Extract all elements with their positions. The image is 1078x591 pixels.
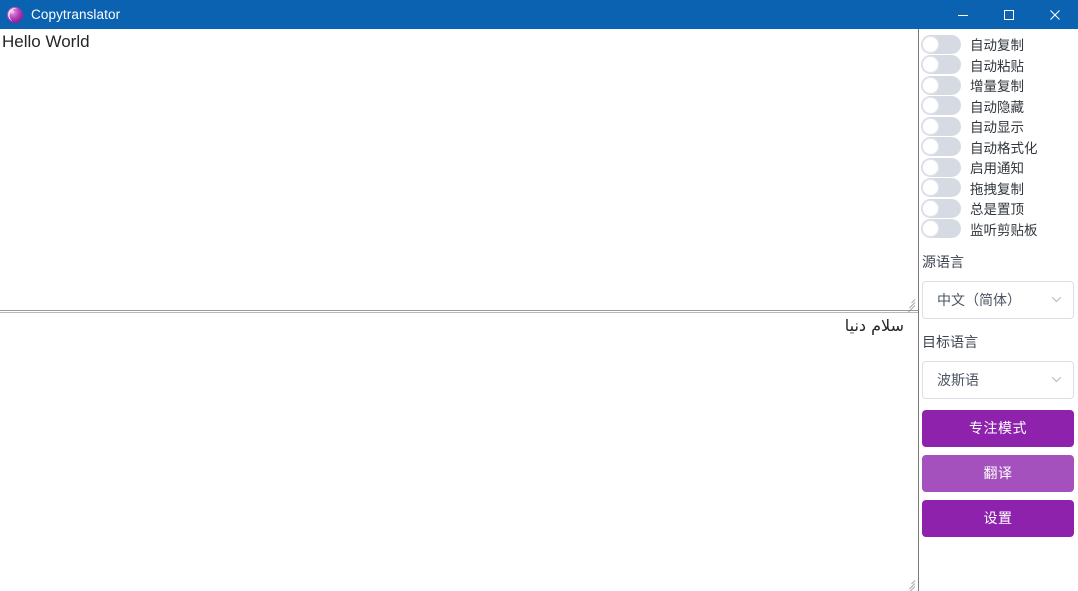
switch-toggle[interactable] [921, 34, 961, 54]
switch-knob [922, 220, 939, 237]
switch-label: 启用通知 [970, 161, 1024, 176]
sidebar: 自动复制 自动粘贴 增量复制 自动隐藏 自动显示 自动格式化 启用通知 拖拽复制… [918, 29, 1078, 591]
source-resize-grip[interactable] [903, 295, 916, 314]
translate-button[interactable]: 翻译 [922, 454, 1074, 492]
switch-knob [922, 158, 939, 176]
source-language-select[interactable]: 中文（简体） [922, 280, 1074, 319]
result-text[interactable]: سلام دنیا [2, 315, 904, 336]
minimize-icon [957, 9, 969, 21]
source-language-value: 中文（简体） [937, 291, 1021, 308]
switch-knob [922, 199, 939, 217]
close-icon [1049, 9, 1061, 21]
switch-knob [922, 56, 939, 73]
switch-toggle[interactable] [921, 96, 961, 115]
switch-knob [922, 76, 939, 94]
app-logo-icon [6, 6, 24, 24]
chevron-down-icon [1045, 373, 1067, 386]
result-textarea[interactable]: سلام دنیا [0, 312, 918, 591]
target-language-label: 目标语言 [922, 333, 978, 350]
action-button-stack: 专注模式 翻译 设置 [919, 409, 1078, 537]
switch-row-incremental-copy[interactable]: 增量复制 [919, 75, 1078, 95]
switch-row-auto-copy[interactable]: 自动复制 [919, 34, 1078, 54]
source-text[interactable]: Hello World [2, 31, 904, 53]
settings-button[interactable]: 设置 [922, 499, 1074, 537]
switch-label: 自动复制 [970, 38, 1024, 53]
switch-knob [922, 138, 939, 155]
switch-knob [922, 179, 939, 196]
switch-toggle[interactable] [921, 157, 961, 177]
maximize-icon [1003, 9, 1015, 21]
focus-mode-button[interactable]: 专注模式 [922, 409, 1074, 447]
switch-label: 自动隐藏 [970, 99, 1024, 115]
chevron-down-icon [1045, 293, 1067, 306]
switch-list: 自动复制 自动粘贴 增量复制 自动隐藏 自动显示 自动格式化 启用通知 拖拽复制… [919, 29, 1078, 239]
switch-toggle[interactable] [921, 219, 961, 238]
application-window: Copytranslator Hello World سلام دنیا 自动复… [0, 0, 1078, 591]
switch-row-auto-show[interactable]: 自动显示 [919, 116, 1078, 136]
switch-label: 自动显示 [970, 120, 1024, 135]
switch-knob [922, 117, 939, 135]
switch-knob [922, 97, 939, 114]
switch-label: 自动格式化 [970, 140, 1038, 156]
result-resize-grip[interactable] [903, 576, 916, 591]
maximize-button[interactable] [986, 0, 1032, 29]
switch-toggle[interactable] [921, 198, 961, 218]
target-language-select[interactable]: 波斯语 [922, 360, 1074, 399]
switch-toggle[interactable] [921, 75, 961, 95]
source-language-label: 源语言 [922, 253, 964, 270]
switch-toggle[interactable] [921, 55, 961, 74]
switch-label: 拖拽复制 [970, 181, 1024, 197]
switch-knob [922, 35, 939, 53]
switch-toggle[interactable] [921, 116, 961, 136]
switch-row-drag-copy[interactable]: 拖拽复制 [919, 178, 1078, 198]
switch-row-auto-hide[interactable]: 自动隐藏 [919, 96, 1078, 116]
minimize-button[interactable] [940, 0, 986, 29]
switch-row-auto-paste[interactable]: 自动粘贴 [919, 55, 1078, 75]
close-button[interactable] [1032, 0, 1078, 29]
switch-toggle[interactable] [921, 178, 961, 197]
editor-pane: Hello World سلام دنیا [0, 29, 918, 591]
switch-row-auto-format[interactable]: 自动格式化 [919, 137, 1078, 157]
switch-toggle[interactable] [921, 137, 961, 156]
source-textarea[interactable]: Hello World [0, 29, 918, 314]
switch-label: 监听剪贴板 [970, 222, 1038, 238]
window-title: Copytranslator [31, 7, 121, 22]
switch-row-always-on-top[interactable]: 总是置顶 [919, 198, 1078, 218]
title-bar[interactable]: Copytranslator [0, 0, 1078, 29]
switch-label: 增量复制 [970, 79, 1024, 94]
target-language-value: 波斯语 [937, 371, 979, 388]
switch-label: 总是置顶 [970, 202, 1024, 217]
switch-row-listen-clipboard[interactable]: 监听剪贴板 [919, 219, 1078, 239]
switch-label: 自动粘贴 [970, 58, 1024, 74]
switch-row-enable-notification[interactable]: 启用通知 [919, 157, 1078, 177]
